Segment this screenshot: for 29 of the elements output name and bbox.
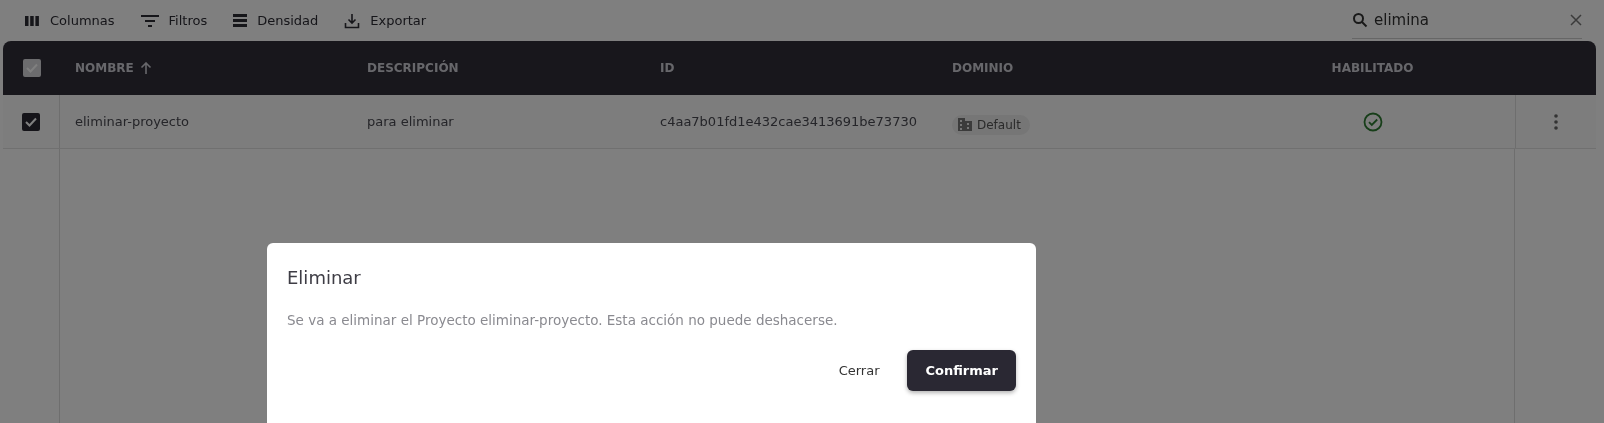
column-header[interactable]: HABILITADO [1331,61,1414,75]
toolbar-button[interactable]: Exportar [344,12,427,29]
columns-icon [24,14,40,27]
toolbar-button[interactable]: Filtros [140,13,208,28]
toolbar-button[interactable]: Columnas [24,13,115,28]
search-icon [1352,12,1368,28]
column-header[interactable]: DESCRIPCIÓN [367,61,459,75]
domain-chip: Default [952,114,1030,135]
confirm-button[interactable]: Confirmar [907,350,1016,391]
toolbar-button[interactable]: Densidad [233,13,319,28]
checkmark-icon [25,116,37,127]
row-checkbox[interactable] [22,112,40,131]
close-icon[interactable] [1570,14,1582,26]
close-button[interactable]: Cerrar [830,350,888,391]
dialog-message: Se va a eliminar el Proyecto eliminar-proyecto. Esta acción no puede deshacerse. [287,312,839,328]
table-cell: para eliminar [367,114,454,129]
table-cell: c4aa7b01fd1e432cae3413691be73730 [660,114,917,129]
column-header[interactable]: NOMBRE [75,61,152,75]
select-all-checkbox[interactable] [22,59,41,77]
column-header[interactable]: ID [660,61,675,75]
density-icon [233,14,248,27]
filter-icon [140,14,159,27]
more-icon[interactable] [1554,113,1558,130]
download-icon [344,12,361,29]
table-cell: eliminar-proyecto [75,114,190,129]
building-icon [958,118,972,131]
dialog-title: Eliminar [287,267,362,288]
search-field[interactable]: elimina [1372,10,1566,30]
column-header[interactable]: DOMINIO [952,61,1014,75]
